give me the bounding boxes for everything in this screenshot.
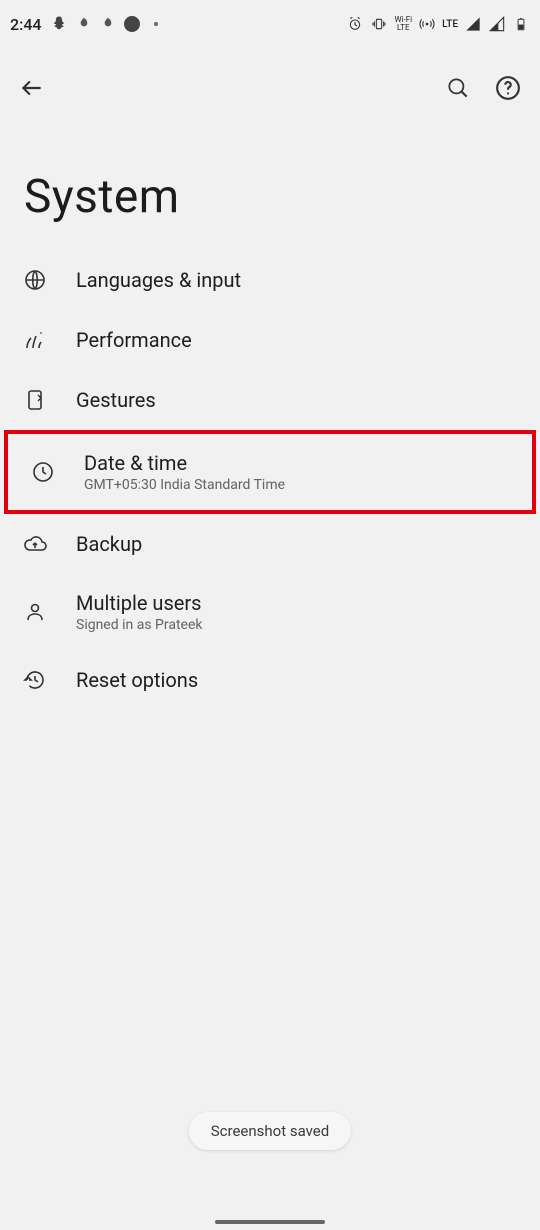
settings-item-label: Multiple users (76, 591, 202, 615)
history-icon (22, 667, 48, 693)
settings-item-performance[interactable]: Performance (0, 310, 540, 370)
settings-item-languages[interactable]: Languages & input (0, 250, 540, 310)
settings-item-label: Languages & input (76, 268, 241, 292)
app-notification-icon (124, 16, 140, 32)
settings-item-date-time[interactable]: Date & time GMT+05:30 India Standard Tim… (4, 430, 536, 514)
page-title: System (24, 170, 180, 224)
person-icon (22, 599, 48, 625)
settings-item-backup[interactable]: Backup (0, 514, 540, 574)
cloud-icon (22, 531, 48, 557)
signal-icon-2 (488, 15, 506, 33)
vibrate-icon (370, 15, 388, 33)
overflow-dot-icon (154, 22, 158, 26)
status-bar-left: 2:44 (10, 15, 158, 34)
wifi-lte-label: Wi-FiLTE (394, 16, 412, 32)
clock-time: 2:44 (10, 15, 42, 34)
hotspot-icon (418, 15, 436, 33)
globe-icon (22, 267, 48, 293)
gesture-nav-bar[interactable] (215, 1220, 325, 1224)
snapchat-notification-icon (50, 15, 68, 33)
settings-item-reset-options[interactable]: Reset options (0, 650, 540, 710)
status-bar-right: Wi-FiLTE LTE (346, 15, 530, 33)
status-bar: 2:44 Wi-FiLTE LTE (0, 0, 540, 48)
settings-list: Languages & input Performance Gestures D… (0, 250, 540, 710)
toast-message: Screenshot saved (211, 1122, 329, 1140)
alarm-icon (346, 15, 364, 33)
signal-icon-1 (464, 15, 482, 33)
settings-item-label: Backup (76, 532, 142, 556)
settings-item-label: Gestures (76, 388, 156, 412)
settings-item-label: Performance (76, 328, 192, 352)
battery-icon (512, 15, 530, 33)
performance-icon (22, 327, 48, 353)
tinder-notification-icon-2 (100, 15, 116, 34)
settings-item-subtitle: Signed in as Prateek (76, 617, 202, 633)
gestures-icon (22, 387, 48, 413)
app-bar (0, 60, 540, 116)
toast-notification[interactable]: Screenshot saved (189, 1112, 351, 1150)
settings-item-multiple-users[interactable]: Multiple users Signed in as Prateek (0, 574, 540, 650)
search-button[interactable] (444, 74, 472, 102)
back-button[interactable] (18, 74, 46, 102)
lte-label: LTE (442, 19, 458, 30)
clock-icon (30, 459, 56, 485)
help-button[interactable] (494, 74, 522, 102)
tinder-notification-icon (76, 15, 92, 34)
settings-item-subtitle: GMT+05:30 India Standard Time (84, 477, 285, 493)
settings-item-label: Reset options (76, 668, 198, 692)
settings-item-label: Date & time (84, 451, 285, 475)
settings-item-gestures[interactable]: Gestures (0, 370, 540, 430)
